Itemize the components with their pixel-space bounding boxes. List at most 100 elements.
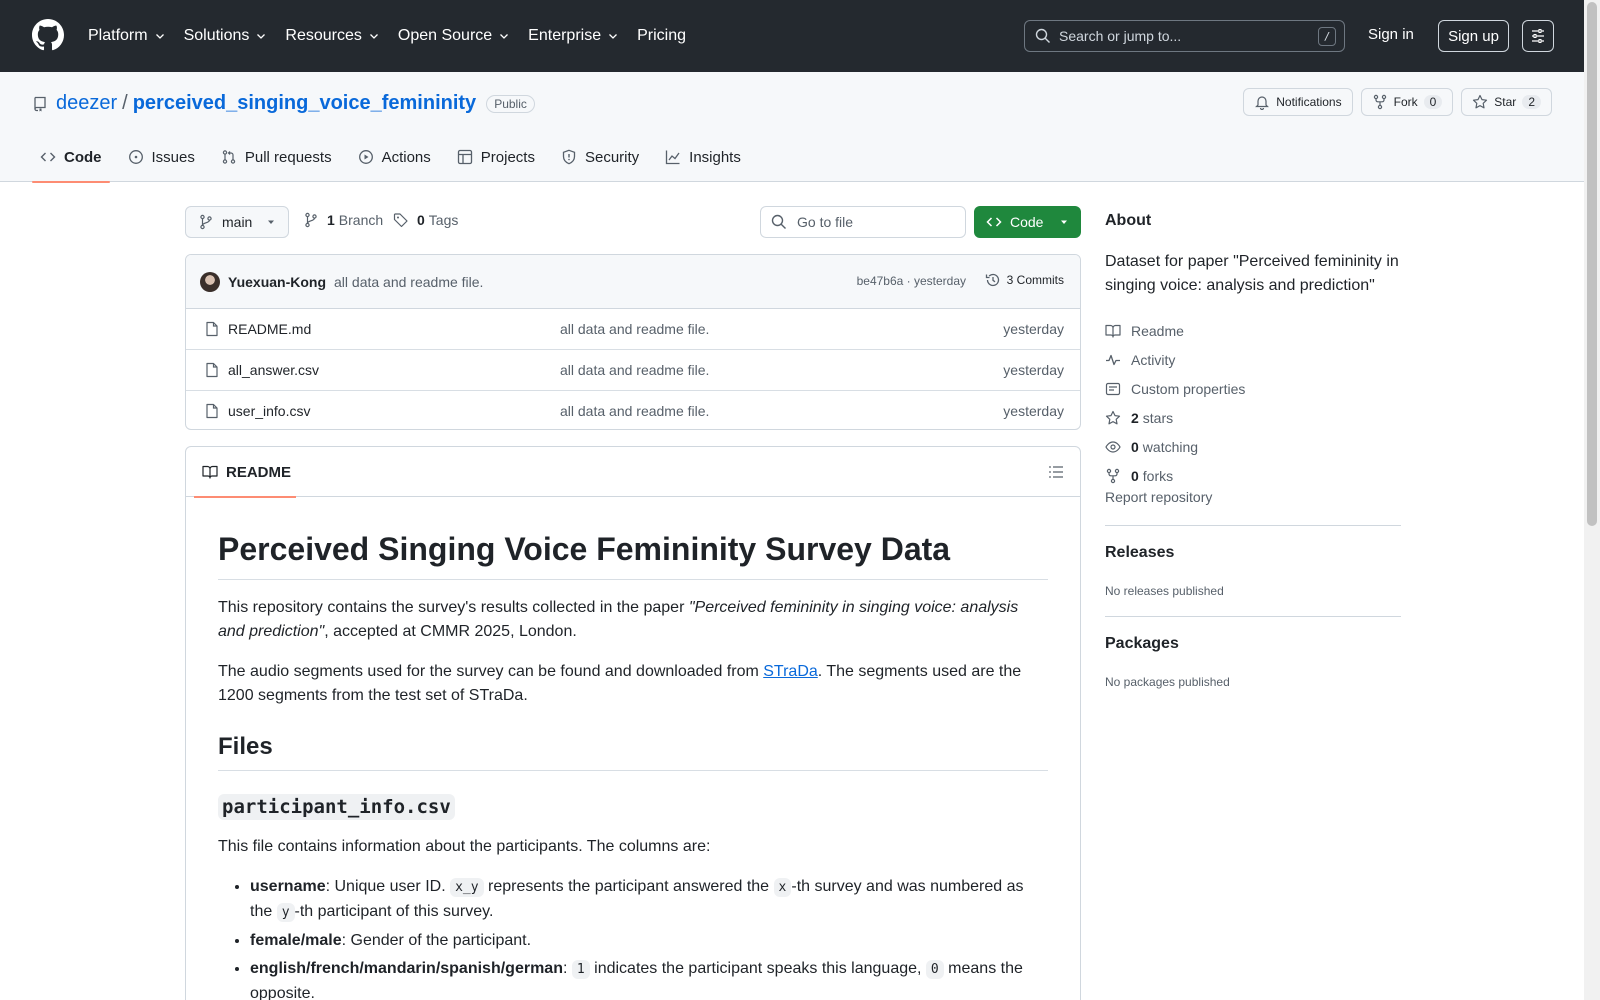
custom-properties-link[interactable]: Custom properties	[1105, 374, 1245, 403]
chevron-down-icon	[368, 30, 380, 42]
history-icon	[985, 272, 1007, 288]
page-scrollbar[interactable]	[1584, 0, 1600, 1000]
chevron-down-icon	[154, 30, 166, 42]
star-count: 2	[1522, 95, 1541, 109]
fork-icon	[1105, 468, 1131, 484]
readme-link[interactable]: Readme	[1105, 316, 1245, 345]
notifications-button[interactable]: Notifications	[1243, 88, 1353, 116]
tab-insights[interactable]: Insights	[657, 132, 749, 182]
nav-label: Pricing	[637, 27, 686, 44]
code-dropdown-button[interactable]: Code	[974, 206, 1081, 238]
tab-label: Code	[64, 148, 102, 166]
file-row[interactable]: README.md all data and readme file. yest…	[186, 309, 1080, 350]
avatar[interactable]	[200, 271, 220, 292]
commit-author-link[interactable]: Yuexuan-Kong	[228, 274, 326, 290]
watching-label: watching	[1142, 438, 1199, 455]
file-name-link[interactable]: README.md	[228, 321, 311, 337]
tab-issues[interactable]: Issues	[120, 132, 203, 182]
file-name-link[interactable]: user_info.csv	[228, 403, 310, 419]
note-icon	[1105, 381, 1131, 397]
nav-label: Platform	[88, 27, 148, 44]
stars-link[interactable]: 2 stars	[1105, 403, 1245, 432]
file-commit-message[interactable]: all data and readme file.	[560, 321, 709, 337]
tags-link[interactable]: 0 Tags	[393, 212, 458, 228]
file-row[interactable]: user_info.csv all data and readme file. …	[186, 391, 1080, 429]
report-repository-link[interactable]: Report repository	[1105, 489, 1212, 505]
releases-heading[interactable]: Releases	[1105, 544, 1174, 562]
list-outline-icon[interactable]	[1048, 464, 1064, 480]
tab-actions[interactable]: Actions	[350, 132, 439, 182]
file-date: yesterday	[1003, 362, 1064, 378]
nav-resources[interactable]: Resources	[285, 27, 379, 45]
tab-label: Actions	[381, 148, 431, 166]
caret-down-icon	[1059, 217, 1069, 227]
branch-icon	[303, 212, 319, 228]
scrollbar-thumb[interactable]	[1587, 2, 1597, 526]
column-name: female/male	[250, 932, 342, 949]
pull-request-icon	[221, 149, 245, 165]
branch-selector[interactable]: main	[185, 206, 289, 238]
commit-message-link[interactable]: all data and readme file.	[334, 274, 483, 290]
file-name-link[interactable]: all_answer.csv	[228, 362, 319, 378]
text: : Gender of the participant.	[341, 932, 532, 949]
latest-commit: Yuexuan-Kong all data and readme file. b…	[186, 255, 1080, 309]
repository-header: deezer / perceived_singing_voice_feminin…	[0, 72, 1584, 183]
column-list: username: Unique user ID. x_y represents…	[218, 875, 1048, 1000]
sidebar-divider	[1105, 616, 1401, 617]
file-date: yesterday	[1003, 321, 1064, 337]
tab-pull-requests[interactable]: Pull requests	[213, 132, 340, 182]
file-heading-code: participant_info.csv	[218, 794, 455, 820]
nav-label: Resources	[285, 27, 362, 44]
text: The audio segments used for the survey c…	[218, 663, 764, 680]
tab-code[interactable]: Code	[32, 132, 110, 183]
nav-platform[interactable]: Platform	[88, 27, 166, 45]
keyboard-shortcut-badge: /	[1318, 27, 1336, 46]
tab-projects[interactable]: Projects	[449, 132, 543, 182]
text: -th participant of this survey.	[294, 903, 494, 920]
branches-link[interactable]: 1 Branch	[303, 212, 383, 228]
tab-label: Insights	[689, 148, 741, 166]
forks-label: forks	[1142, 467, 1174, 484]
branch-count: 1	[327, 212, 335, 228]
sliders-icon[interactable]	[1522, 20, 1554, 52]
file-commit-message[interactable]: all data and readme file.	[560, 403, 709, 419]
sign-up-button[interactable]: Sign up	[1438, 20, 1509, 52]
watchers-link[interactable]: 0 watching	[1105, 432, 1245, 461]
go-to-file-input[interactable]: Go to file	[760, 206, 966, 238]
nav-solutions[interactable]: Solutions	[184, 27, 268, 45]
activity-link[interactable]: Activity	[1105, 345, 1245, 374]
nav-pricing[interactable]: Pricing	[637, 27, 686, 45]
about-heading: About	[1105, 212, 1152, 229]
repo-owner-link[interactable]: deezer	[56, 92, 117, 115]
strada-link[interactable]: STraDa	[763, 663, 818, 680]
star-button[interactable]: Star 2	[1461, 88, 1552, 116]
chevron-down-icon	[607, 30, 619, 42]
forks-link[interactable]: 0 forks	[1105, 461, 1245, 490]
commits-history-link[interactable]: 3 Commits	[985, 272, 1064, 288]
table-icon	[457, 149, 481, 165]
inline-code: y	[276, 903, 295, 922]
tab-label: Issues	[151, 148, 195, 166]
global-search-input[interactable]: Search or jump to... /	[1024, 20, 1345, 52]
issue-icon	[128, 149, 152, 165]
readme-tab[interactable]: README	[194, 447, 296, 498]
tag-icon	[393, 212, 409, 228]
nav-enterprise[interactable]: Enterprise	[528, 27, 619, 45]
text: represents the participant answered the	[483, 878, 774, 895]
inline-code: x_y	[450, 878, 484, 897]
file-row[interactable]: all_answer.csv all data and readme file.…	[186, 350, 1080, 391]
nav-open-source[interactable]: Open Source	[398, 27, 510, 45]
file-commit-message[interactable]: all data and readme file.	[560, 362, 709, 378]
github-logo-icon[interactable]	[32, 19, 64, 51]
tab-security[interactable]: Security	[553, 132, 647, 182]
packages-heading[interactable]: Packages	[1105, 635, 1179, 653]
code-icon	[986, 214, 1002, 230]
sign-in-link[interactable]: Sign in	[1368, 26, 1414, 43]
commit-hash-date[interactable]: be47b6a · yesterday	[857, 274, 966, 288]
chevron-down-icon	[255, 30, 267, 42]
inline-code: x	[773, 878, 792, 897]
repo-name-link[interactable]: perceived_singing_voice_femininity	[133, 92, 476, 115]
file-icon	[204, 362, 220, 378]
fork-button[interactable]: Fork 0	[1360, 88, 1454, 116]
book-icon	[1105, 323, 1131, 339]
